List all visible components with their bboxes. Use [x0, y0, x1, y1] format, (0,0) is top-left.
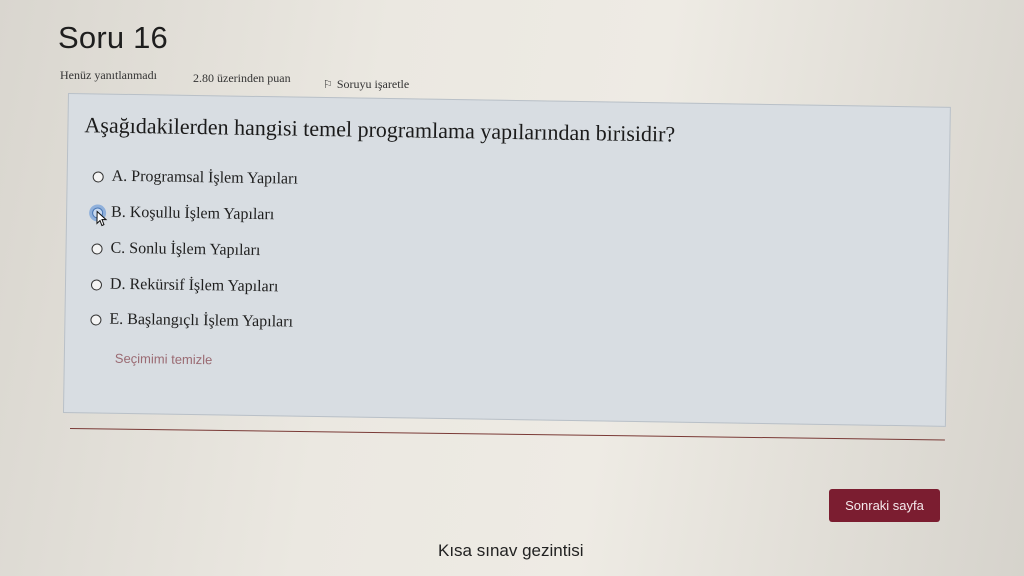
radio-button-c[interactable]	[91, 242, 103, 255]
radio-button-e[interactable]	[90, 313, 102, 326]
flag-icon: ⚐	[323, 79, 333, 91]
answer-option-e[interactable]: E. Başlangıçlı İşlem Yapıları	[90, 310, 293, 331]
option-label-a: A. Programsal İşlem Yapıları	[111, 167, 299, 188]
answer-option-c[interactable]: C. Sonlu İşlem Yapıları	[91, 239, 260, 260]
option-label-b: B. Koşullu İşlem Yapıları	[110, 203, 275, 224]
option-label-d: D. Rekürsif İşlem Yapıları	[109, 275, 279, 296]
flag-question-label: Soruyu işaretle	[336, 77, 410, 91]
answer-option-a[interactable]: A. Programsal İşlem Yapıları	[92, 167, 299, 188]
quiz-navigation-link[interactable]: Kısa sınav gezintisi	[438, 541, 584, 561]
mouse-pointer-icon	[96, 209, 108, 226]
radio-button-d[interactable]	[90, 278, 103, 291]
answer-option-d[interactable]: D. Rekürsif İşlem Yapıları	[90, 275, 279, 296]
radio-button-b[interactable]	[92, 206, 108, 226]
next-page-button[interactable]: Sonraki sayfa	[829, 489, 940, 522]
question-points: 2.80 üzerinden puan	[193, 71, 291, 85]
option-label-c: C. Sonlu İşlem Yapıları	[110, 239, 261, 260]
question-title: Soru 16	[58, 20, 168, 55]
question-box: Aşağıdakilerden hangisi temel programlam…	[62, 93, 951, 427]
clear-choice-link[interactable]: Seçimimi temizle	[115, 351, 213, 368]
radio-button-a[interactable]	[92, 170, 104, 183]
option-label-e: E. Başlangıçlı İşlem Yapıları	[109, 310, 294, 331]
answer-option-b[interactable]: B. Koşullu İşlem Yapıları	[92, 203, 275, 226]
answer-status: Henüz yanıtlanmadı	[60, 68, 157, 82]
question-text: Aşağıdakilerden hangisi temel programlam…	[84, 112, 676, 147]
flag-question-link[interactable]: ⚐ Soruyu işaretle	[323, 77, 409, 92]
